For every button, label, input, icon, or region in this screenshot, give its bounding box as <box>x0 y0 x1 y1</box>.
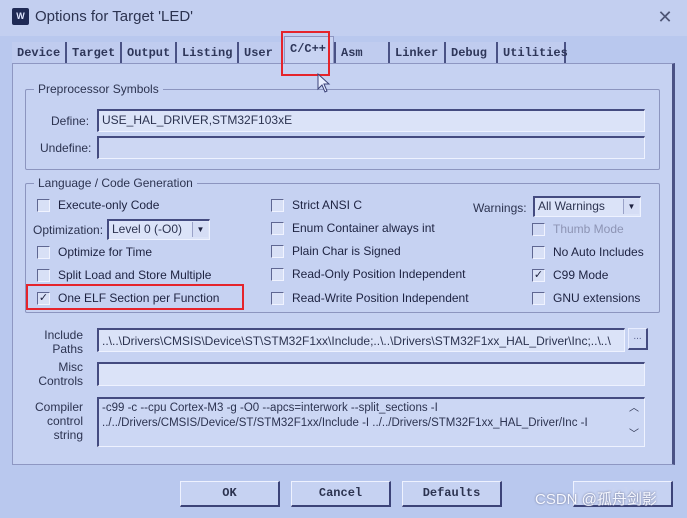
enum-container-checkbox[interactable] <box>271 221 284 235</box>
tab-listing[interactable]: Listing <box>177 42 239 64</box>
strict-ansi-c-label: Strict ANSI C <box>292 198 363 212</box>
one-elf-section-option[interactable]: ✓ One ELF Section per Function <box>37 290 219 306</box>
close-icon[interactable]: ✕ <box>654 6 676 28</box>
misc-controls-label-line-2: Controls <box>38 374 83 388</box>
c99-mode-checkbox[interactable]: ✓ <box>532 268 545 282</box>
define-label: Define: <box>51 114 90 128</box>
split-load-store-option[interactable]: Split Load and Store Multiple <box>37 267 211 283</box>
scroll-down-icon[interactable]: ﹀ <box>628 427 640 442</box>
one-elf-section-checkbox[interactable]: ✓ <box>37 291 50 305</box>
strict-ansi-c-option[interactable]: Strict ANSI C <box>271 197 362 213</box>
optimization-value: Level 0 (-O0) <box>112 222 183 236</box>
include-paths-input[interactable]: ..\..\Drivers\CMSIS\Device\ST\STM32F1xx\… <box>97 328 625 352</box>
rw-position-independent-checkbox[interactable] <box>271 291 284 305</box>
plain-char-signed-checkbox[interactable] <box>271 244 284 258</box>
optimize-for-time-label: Optimize for Time <box>58 245 153 259</box>
plain-char-signed-label: Plain Char is Signed <box>292 244 401 258</box>
chevron-down-icon[interactable]: ▼ <box>623 199 639 214</box>
c99-mode-label: C99 Mode <box>553 268 609 282</box>
title-bar: W Options for Target 'LED' ✕ <box>0 0 687 36</box>
plain-char-signed-option[interactable]: Plain Char is Signed <box>271 243 401 259</box>
include-paths-label-line-1: Include <box>44 328 83 342</box>
split-load-store-label: Split Load and Store Multiple <box>58 268 212 282</box>
compiler-control-line-2: ../../Drivers/CMSIS/Device/ST/STM32F1xx/… <box>102 417 588 429</box>
cancel-button[interactable]: Cancel <box>291 481 391 507</box>
optimize-for-time-option[interactable]: Optimize for Time <box>37 244 152 260</box>
enum-container-option[interactable]: Enum Container always int <box>271 220 435 236</box>
undefine-label: Undefine: <box>40 141 92 155</box>
window-title: Options for Target 'LED' <box>35 8 194 25</box>
ro-position-independent-label: Read-Only Position Independent <box>292 267 466 281</box>
no-auto-includes-checkbox[interactable] <box>532 245 545 259</box>
ok-button[interactable]: OK <box>180 481 280 507</box>
execute-only-code-option[interactable]: Execute-only Code <box>37 197 159 213</box>
execute-only-code-label: Execute-only Code <box>58 198 160 212</box>
tab-linker[interactable]: Linker <box>390 42 446 64</box>
warnings-label: Warnings: <box>473 201 527 215</box>
include-paths-browse-button[interactable]: ... <box>628 328 648 350</box>
tab-output[interactable]: Output <box>122 42 177 64</box>
tab-target[interactable]: Target <box>67 42 122 64</box>
compiler-control-label-line-1: Compiler <box>34 400 83 414</box>
preprocessor-symbols-legend: Preprocessor Symbols <box>38 82 159 96</box>
no-auto-includes-option[interactable]: No Auto Includes <box>532 244 644 260</box>
misc-controls-label-line-1: Misc <box>58 360 83 374</box>
compiler-control-line-1: -c99 -c --cpu Cortex-M3 -g -O0 --apcs=in… <box>102 402 438 414</box>
no-auto-includes-label: No Auto Includes <box>553 245 644 259</box>
gnu-extensions-checkbox[interactable] <box>532 291 545 305</box>
watermark: CSDN @孤舟剑影 <box>535 491 657 508</box>
include-paths-label-line-2: Paths <box>52 342 83 356</box>
optimize-for-time-checkbox[interactable] <box>37 245 50 259</box>
include-paths-label: Include Paths <box>30 328 83 356</box>
thumb-mode-option: Thumb Mode <box>532 221 624 237</box>
undefine-input[interactable] <box>97 136 645 159</box>
compiler-control-label-line-2: control <box>46 414 83 428</box>
thumb-mode-label: Thumb Mode <box>553 222 624 236</box>
define-input[interactable]: USE_HAL_DRIVER,STM32F103xE <box>97 109 645 132</box>
scroll-up-icon[interactable]: ︿ <box>628 401 640 416</box>
tab-device[interactable]: Device <box>12 42 67 64</box>
misc-controls-label: Misc Controls <box>30 360 83 388</box>
split-load-store-checkbox[interactable] <box>37 268 50 282</box>
tab-debug[interactable]: Debug <box>446 42 498 64</box>
tab-user[interactable]: User <box>239 42 284 64</box>
optimization-select[interactable]: Level 0 (-O0) ▼ <box>107 219 210 240</box>
optimization-label: Optimization: <box>33 223 104 237</box>
ro-position-independent-checkbox[interactable] <box>271 267 284 281</box>
execute-only-code-checkbox[interactable] <box>37 198 50 212</box>
language-code-generation-legend: Language / Code Generation <box>38 176 193 190</box>
tab-asm[interactable]: Asm <box>334 42 390 64</box>
tab-utilities[interactable]: Utilities <box>498 42 568 64</box>
rw-position-independent-label: Read-Write Position Independent <box>292 291 469 305</box>
ro-position-independent-option[interactable]: Read-Only Position Independent <box>271 266 465 282</box>
tab-c-cpp[interactable]: C/C++ <box>284 36 334 66</box>
rw-position-independent-option[interactable]: Read-Write Position Independent <box>271 290 469 306</box>
compiler-control-label-line-3: string <box>53 428 83 442</box>
mouse-cursor-icon <box>317 73 331 93</box>
compiler-control-string-label: Compiler control string <box>30 400 83 442</box>
defaults-button[interactable]: Defaults <box>402 481 502 507</box>
misc-controls-input[interactable] <box>97 362 645 386</box>
thumb-mode-checkbox <box>532 222 545 236</box>
strict-ansi-c-checkbox[interactable] <box>271 198 284 212</box>
warnings-select[interactable]: All Warnings ▼ <box>533 196 641 217</box>
keil-uvision-icon: W <box>12 8 29 25</box>
enum-container-label: Enum Container always int <box>292 221 435 235</box>
c99-mode-option[interactable]: ✓ C99 Mode <box>532 267 608 283</box>
compiler-control-string-textarea[interactable]: -c99 -c --cpu Cortex-M3 -g -O0 --apcs=in… <box>97 397 645 447</box>
gnu-extensions-label: GNU extensions <box>553 291 641 305</box>
one-elf-section-label: One ELF Section per Function <box>58 291 220 305</box>
gnu-extensions-option[interactable]: GNU extensions <box>532 290 640 306</box>
chevron-down-icon[interactable]: ▼ <box>192 222 208 237</box>
warnings-value: All Warnings <box>538 199 605 213</box>
